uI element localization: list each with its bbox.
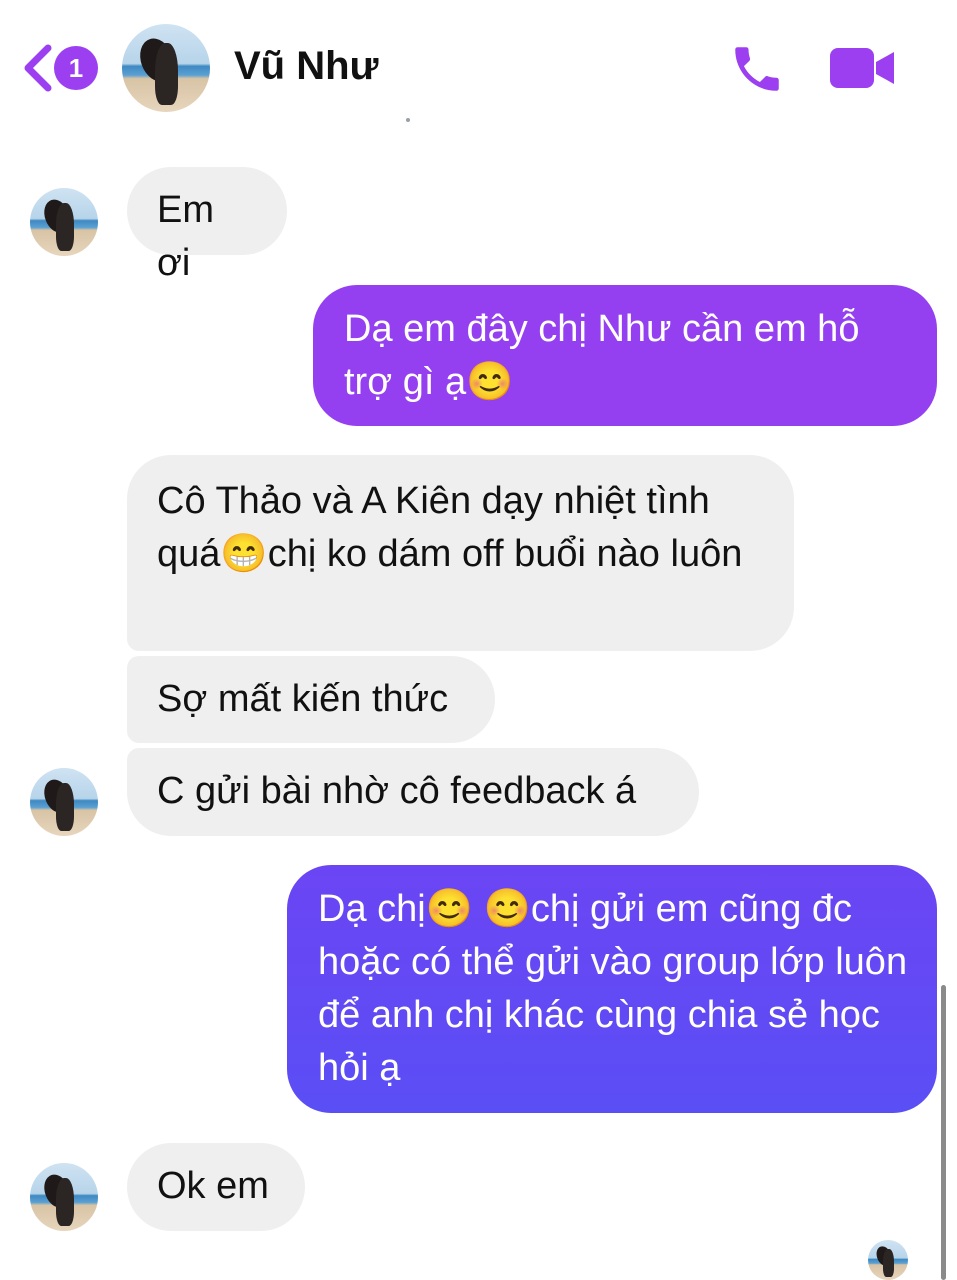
incoming-message-bubble[interactable]: Em ơi xyxy=(127,167,287,284)
outgoing-message-bubble[interactable]: Dạ chị😊 😊chị gửi em cũng đc hoặc có thể … xyxy=(287,865,937,1113)
contact-name[interactable]: Vũ Như xyxy=(234,44,379,89)
header-divider-dot xyxy=(406,118,410,122)
contact-avatar-small[interactable] xyxy=(30,188,98,256)
contact-avatar-small[interactable] xyxy=(30,1163,98,1231)
incoming-message-bubble[interactable]: Sợ mất kiến thức xyxy=(127,656,495,743)
outgoing-message-bubble[interactable]: Dạ em đây chị Như cần em hỗ trợ gì ạ😊 xyxy=(313,285,937,426)
scrollbar[interactable] xyxy=(941,985,946,1280)
incoming-message-bubble[interactable]: Cô Thảo và A Kiên dạy nhiệt tình quá😁chị… xyxy=(127,455,794,651)
incoming-message-bubble[interactable]: C gửi bài nhờ cô feedback á xyxy=(127,748,699,836)
contact-avatar-small[interactable] xyxy=(30,768,98,836)
unread-count-badge[interactable]: 1 xyxy=(54,46,98,90)
chevron-left-icon[interactable] xyxy=(20,42,54,94)
incoming-message-bubble[interactable]: Ok em xyxy=(127,1143,305,1231)
chat-header: 1 Vũ Như xyxy=(0,0,957,122)
read-receipt-avatar xyxy=(868,1240,908,1280)
phone-icon[interactable] xyxy=(728,40,786,98)
contact-avatar[interactable] xyxy=(122,24,210,112)
video-camera-icon[interactable] xyxy=(828,44,896,92)
